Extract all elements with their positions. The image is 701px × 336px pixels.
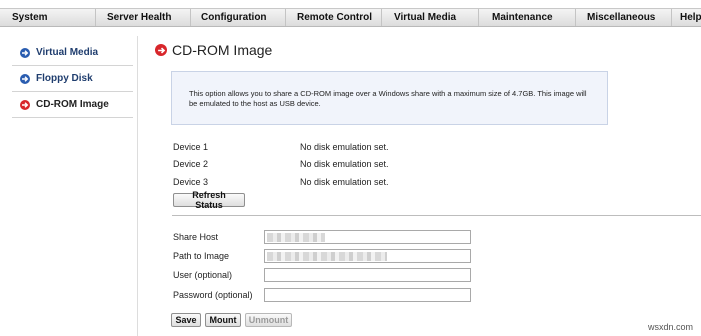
menu-remote-control[interactable]: Remote Control [286,9,382,26]
menu-virtual-media[interactable]: Virtual Media [382,9,479,26]
menu-system[interactable]: System [0,9,96,26]
sidebar-item-label: Virtual Media [36,47,99,58]
arrow-circle-icon [155,44,167,56]
sidebar-item-floppy-disk[interactable]: Floppy Disk [12,66,133,92]
path-to-image-label: Path to Image [173,251,230,261]
page-title: CD-ROM Image [155,42,272,58]
share-host-field[interactable] [264,230,471,244]
unmount-button[interactable]: Unmount [245,313,292,327]
mount-button[interactable]: Mount [205,313,241,327]
sidebar-item-label: CD-ROM Image [36,99,109,110]
redacted-value [267,252,387,261]
info-box: This option allows you to share a CD-ROM… [171,71,608,125]
sidebar: Virtual Media Floppy Disk CD-ROM Image [12,40,133,118]
path-to-image-field[interactable] [264,249,471,263]
refresh-status-button[interactable]: Refresh Status [173,190,245,210]
device-2-label: Device 2 [173,159,209,169]
device-2-status: No disk emulation set. [300,159,389,169]
device-3-label: Device 3 [173,177,209,187]
device-3-status: No disk emulation set. [300,177,389,187]
share-host-label: Share Host [173,232,219,242]
watermark: wsxdn.com [647,322,693,332]
menu-server-health[interactable]: Server Health [96,9,191,26]
sidebar-item-label: Floppy Disk [36,73,93,84]
menu-configuration[interactable]: Configuration [191,9,286,26]
sidebar-item-virtual-media[interactable]: Virtual Media [12,40,133,66]
sidebar-item-cd-rom-image[interactable]: CD-ROM Image [12,92,133,118]
redacted-value [267,233,325,242]
password-field[interactable] [264,288,471,302]
sidebar-divider [137,36,138,336]
page-title-text: CD-ROM Image [172,42,273,58]
device-1-label: Device 1 [173,142,209,152]
menu-maintenance[interactable]: Maintenance [479,9,576,26]
device-1-status: No disk emulation set. [300,142,389,152]
arrow-circle-icon [20,99,30,110]
save-button[interactable]: Save [171,313,201,327]
user-label: User (optional) [173,270,233,280]
arrow-circle-icon [20,73,30,84]
top-menu-bar: System Server Health Configuration Remot… [0,8,701,27]
arrow-circle-icon [20,47,30,58]
section-divider [172,215,701,216]
user-field[interactable] [264,268,471,282]
menu-miscellaneous[interactable]: Miscellaneous [576,9,672,26]
menu-help[interactable]: Help [672,9,701,26]
password-label: Password (optional) [173,290,253,300]
